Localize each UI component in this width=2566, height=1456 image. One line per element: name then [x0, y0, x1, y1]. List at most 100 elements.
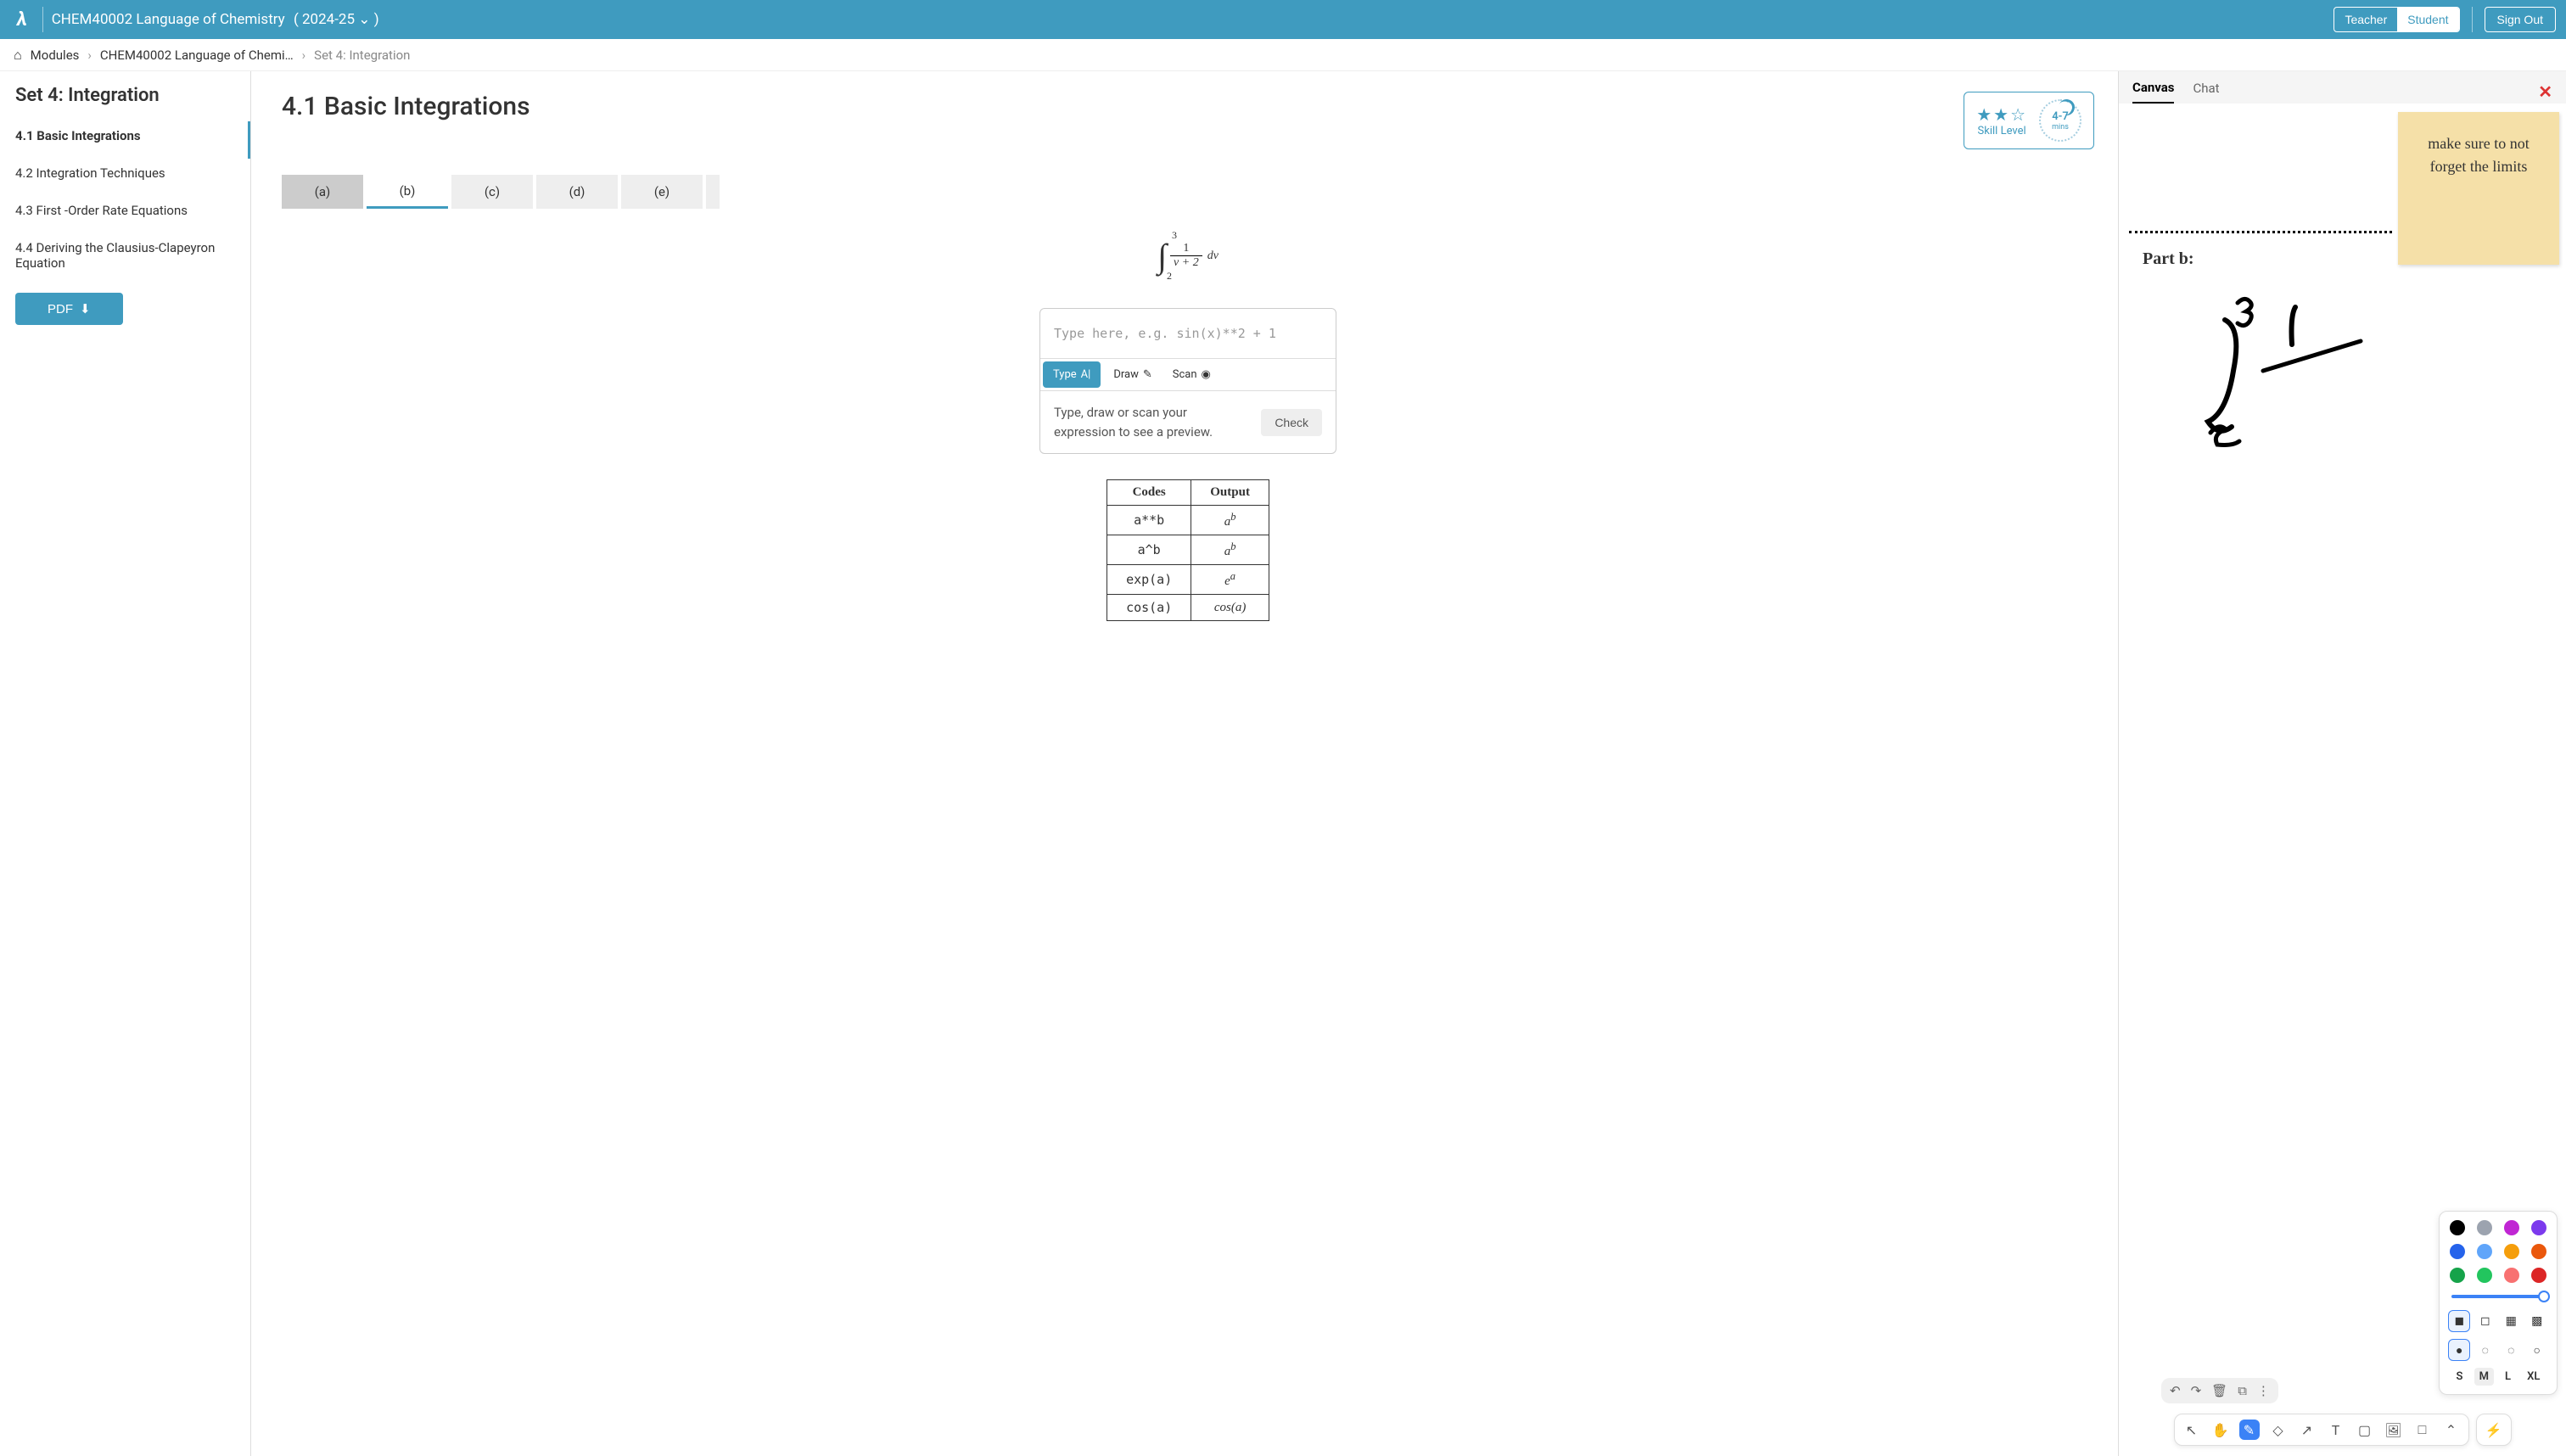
skill-label: Skill Level: [1976, 125, 2027, 137]
image-icon[interactable]: 🖼: [2384, 1420, 2404, 1440]
course-title[interactable]: CHEM40002 Language of Chemistry ( 2024-2…: [52, 11, 379, 28]
preview-text: Type, draw or scan your expression to se…: [1054, 403, 1224, 441]
text-icon[interactable]: T: [2326, 1420, 2346, 1440]
canvas-body[interactable]: make sure to not forget the limits Part …: [2119, 104, 2566, 1456]
size-l[interactable]: L: [2500, 1368, 2516, 1386]
chevron-right-icon: ›: [302, 48, 306, 63]
chevron-down-icon[interactable]: ⌄: [358, 11, 370, 28]
size-row: S M L XL: [2448, 1368, 2548, 1386]
fill-outline[interactable]: ◻: [2474, 1310, 2496, 1332]
fill-hatch[interactable]: ▦: [2500, 1310, 2522, 1332]
more-icon[interactable]: ⋮: [2257, 1383, 2270, 1398]
color-grid: [2448, 1220, 2548, 1283]
tab-b[interactable]: (b): [367, 175, 448, 209]
color-green[interactable]: [2450, 1268, 2465, 1283]
duplicate-icon[interactable]: ⧉: [2238, 1383, 2247, 1398]
breadcrumb: ⌂ Modules › CHEM40002 Language of Chemi……: [0, 39, 2566, 71]
input-tab-draw[interactable]: Draw ✎: [1103, 359, 1162, 390]
dotted-line[interactable]: [2129, 231, 2392, 233]
note-icon[interactable]: ▢: [2355, 1420, 2375, 1440]
sidebar-item-4-2[interactable]: 4.2 Integration Techniques: [15, 159, 240, 196]
color-red[interactable]: [2531, 1268, 2546, 1283]
shape-icon[interactable]: □: [2412, 1420, 2433, 1440]
stroke-dotted[interactable]: ◌: [2474, 1339, 2496, 1361]
chat-tab[interactable]: Chat: [2193, 81, 2219, 103]
color-orange[interactable]: [2531, 1244, 2546, 1259]
color-gray[interactable]: [2477, 1220, 2492, 1235]
color-black[interactable]: [2450, 1220, 2465, 1235]
part-label[interactable]: Part b:: [2143, 249, 2194, 269]
main-toolbar: ↖ ✋ ✎ ◇ ↗ T ▢ 🖼 □ ⌃: [2174, 1414, 2469, 1446]
keyboard-icon: A|: [1081, 368, 1091, 381]
pdf-button[interactable]: PDF ⬇: [15, 293, 123, 325]
extra-toolbar: ⚡: [2476, 1414, 2512, 1446]
canvas-panel: Canvas Chat ✕ make sure to not forget th…: [2118, 71, 2566, 1456]
sidebar-title: Set 4: Integration: [15, 85, 240, 106]
divider: [2472, 7, 2473, 32]
student-button[interactable]: Student: [2397, 8, 2458, 31]
home-icon[interactable]: ⌂: [14, 47, 22, 64]
stroke-none[interactable]: ○: [2526, 1339, 2548, 1361]
stroke-dashed[interactable]: ◌: [2500, 1339, 2522, 1361]
color-lightred[interactable]: [2504, 1268, 2519, 1283]
input-tab-type[interactable]: Type A|: [1043, 361, 1101, 388]
arrow-icon[interactable]: ↗: [2297, 1420, 2317, 1440]
tab-a[interactable]: (a): [282, 175, 363, 209]
sidebar-item-4-1[interactable]: 4.1 Basic Integrations: [15, 121, 250, 159]
size-xl[interactable]: XL: [2522, 1368, 2545, 1386]
tab-e[interactable]: (e): [621, 175, 703, 209]
color-pink[interactable]: [2504, 1220, 2519, 1235]
skill-box: ★★☆ Skill Level 4-7 mins: [1964, 92, 2094, 149]
color-lightgreen[interactable]: [2477, 1268, 2492, 1283]
sticky-note[interactable]: make sure to not forget the limits: [2398, 112, 2559, 265]
fill-cross[interactable]: ▩: [2526, 1310, 2548, 1332]
size-s[interactable]: S: [2451, 1368, 2468, 1386]
bolt-icon[interactable]: ⚡: [2484, 1420, 2504, 1440]
undo-icon[interactable]: ↶: [2170, 1383, 2181, 1398]
select-icon[interactable]: ↖: [2182, 1420, 2202, 1440]
close-icon[interactable]: ✕: [2538, 81, 2552, 102]
answer-input[interactable]: [1054, 326, 1322, 341]
integral-expression: 3 ∫ 1 v + 2 dv 2: [282, 229, 2094, 283]
breadcrumb-course[interactable]: CHEM40002 Language of Chemi…: [100, 48, 294, 63]
pencil-icon[interactable]: ✎: [2239, 1420, 2260, 1440]
size-m[interactable]: M: [2474, 1368, 2494, 1386]
tool-palette: ◼ ◻ ▦ ▩ ● ◌ ◌ ○ S M L XL: [2439, 1211, 2558, 1395]
check-button[interactable]: Check: [1261, 409, 1322, 436]
tab-more[interactable]: [706, 175, 720, 209]
eraser-icon[interactable]: ◇: [2268, 1420, 2289, 1440]
canvas-tab[interactable]: Canvas: [2132, 80, 2174, 104]
codes-header: Codes: [1107, 480, 1191, 506]
pencil-icon: ✎: [1143, 368, 1152, 381]
stroke-slider[interactable]: [2451, 1295, 2545, 1298]
trash-icon[interactable]: 🗑: [2211, 1383, 2227, 1398]
signout-button[interactable]: Sign Out: [2485, 7, 2556, 32]
undo-toolbar: ↶ ↷ 🗑 ⧉ ⋮: [2161, 1378, 2278, 1403]
hand-icon[interactable]: ✋: [2210, 1420, 2231, 1440]
question-tabs: (a) (b) (c) (d) (e): [282, 175, 2094, 209]
redo-icon[interactable]: ↷: [2191, 1383, 2202, 1398]
color-blue[interactable]: [2450, 1244, 2465, 1259]
divider: [42, 7, 43, 32]
sidebar-item-4-3[interactable]: 4.3 First -Order Rate Equations: [15, 196, 240, 233]
fill-solid[interactable]: ◼: [2448, 1310, 2470, 1332]
breadcrumb-modules[interactable]: Modules: [31, 48, 80, 63]
app-logo[interactable]: λ: [10, 9, 34, 31]
color-lightblue[interactable]: [2477, 1244, 2492, 1259]
tab-c[interactable]: (c): [451, 175, 533, 209]
table-row: a**b ab: [1107, 506, 1269, 535]
hand-drawing[interactable]: [2195, 290, 2382, 460]
sidebar-item-4-4[interactable]: 4.4 Deriving the Clausius-Clapeyron Equa…: [15, 233, 240, 286]
download-icon: ⬇: [80, 301, 91, 316]
tab-d[interactable]: (d): [536, 175, 618, 209]
stroke-solid[interactable]: ●: [2448, 1339, 2470, 1361]
color-purple[interactable]: [2531, 1220, 2546, 1235]
sidebar: Set 4: Integration 4.1 Basic Integration…: [0, 71, 251, 1456]
table-row: cos(a) cos(a): [1107, 595, 1269, 621]
chevron-up-icon[interactable]: ⌃: [2441, 1420, 2462, 1440]
color-amber[interactable]: [2504, 1244, 2519, 1259]
input-tab-scan[interactable]: Scan ◉: [1163, 359, 1221, 390]
breadcrumb-current: Set 4: Integration: [314, 48, 410, 63]
content: 4.1 Basic Integrations ★★☆ Skill Level 4…: [251, 71, 2118, 1456]
teacher-button[interactable]: Teacher: [2334, 8, 2397, 31]
